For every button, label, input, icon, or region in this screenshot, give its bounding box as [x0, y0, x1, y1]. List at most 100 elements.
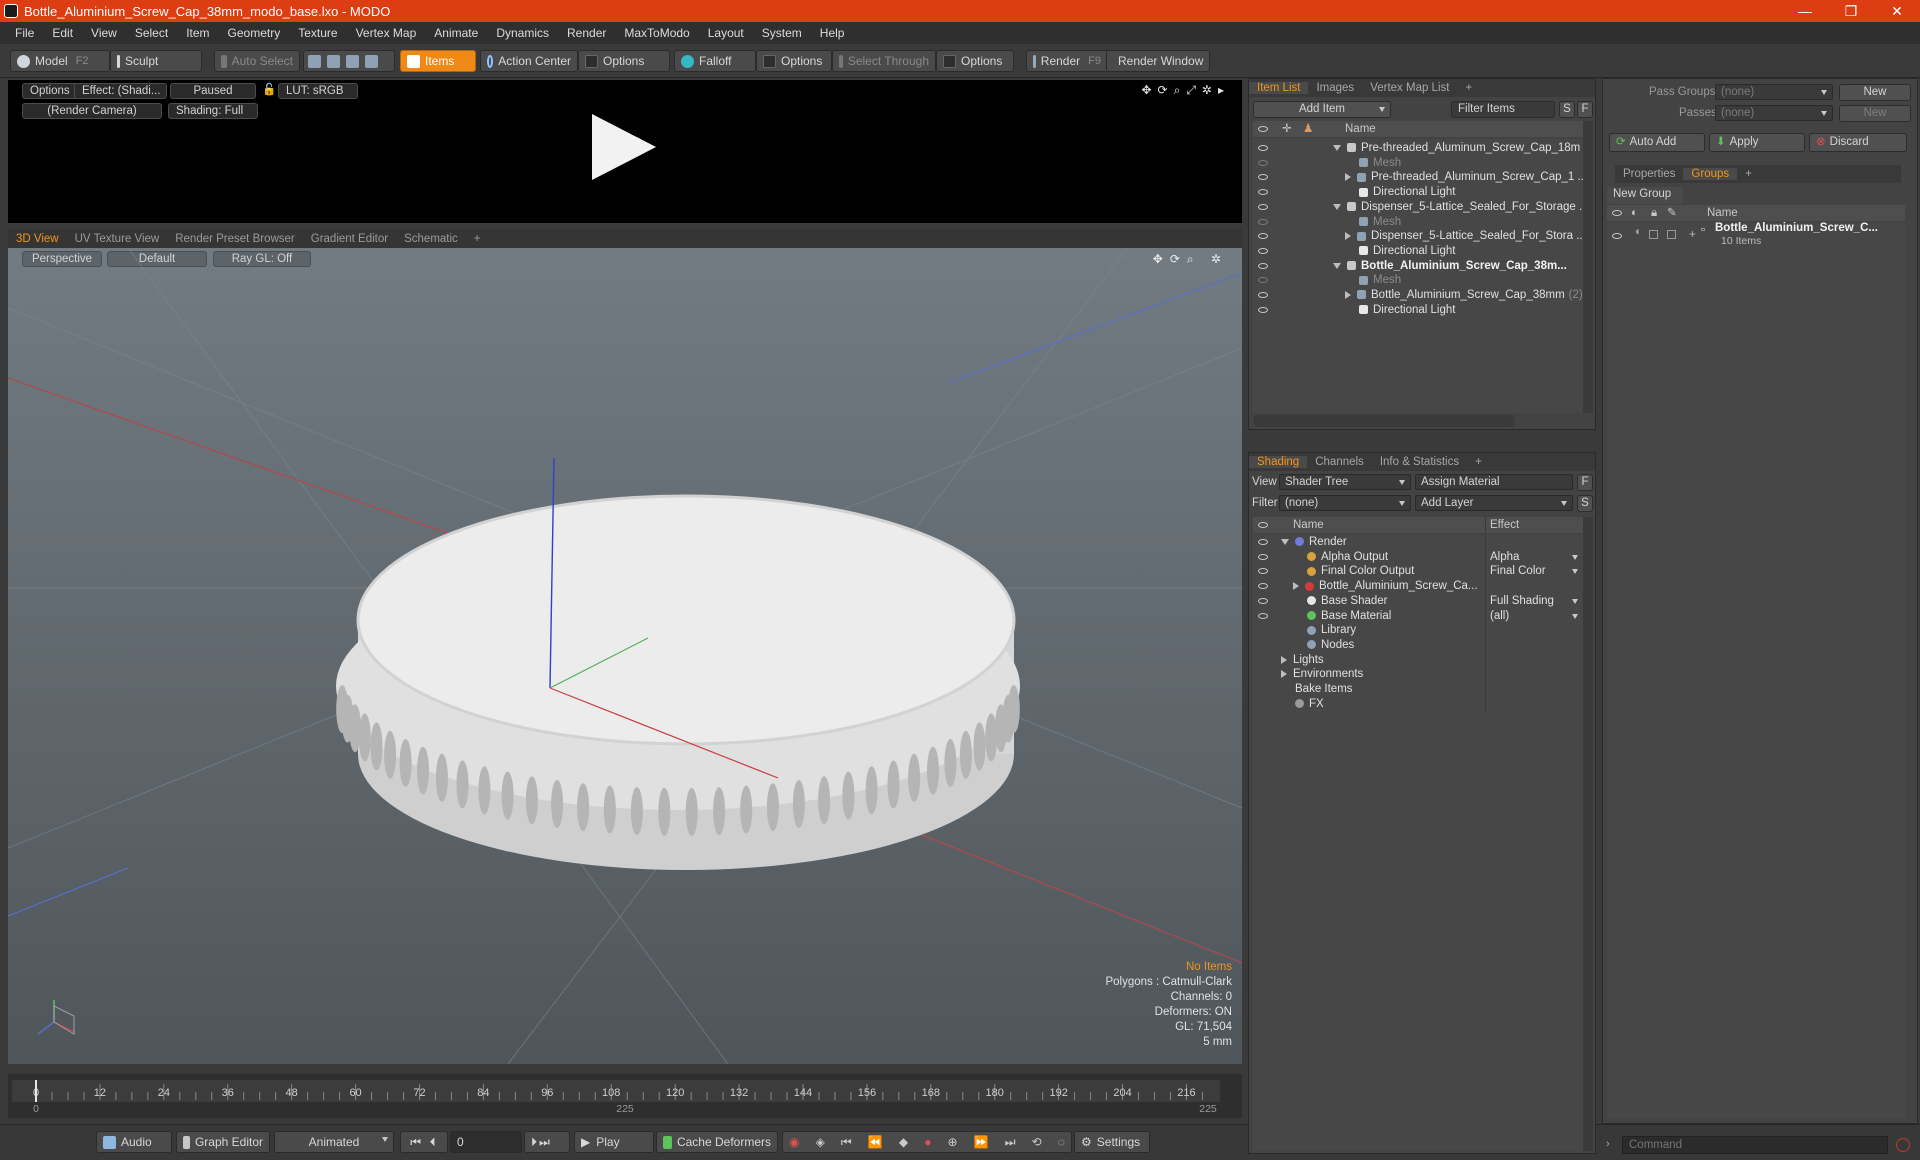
item-row[interactable]: Bottle_Aluminium_Screw_Cap_38m...: [1253, 259, 1583, 274]
shader-row[interactable]: Library: [1253, 623, 1583, 639]
tab-render-preset-browser[interactable]: Render Preset Browser: [167, 233, 303, 245]
effect-cell[interactable]: (all): [1485, 608, 1583, 624]
menu-vertex-map[interactable]: Vertex Map: [347, 26, 426, 40]
frame-input[interactable]: 0: [450, 1131, 522, 1153]
visibility-icon[interactable]: [1258, 597, 1268, 604]
visibility-icon[interactable]: [1258, 277, 1268, 284]
loop-icon[interactable]: ⟲: [1032, 1135, 1042, 1149]
search-toggle-button[interactable]: S: [1559, 101, 1575, 118]
expanded-arrow-icon[interactable]: [1333, 262, 1341, 269]
shading-add-tab-button[interactable]: +: [1467, 456, 1490, 468]
shader-row[interactable]: Bake Items: [1253, 682, 1583, 697]
new-group-button[interactable]: New Group: [1607, 187, 1683, 204]
add-item-button[interactable]: Add Item: [1253, 101, 1391, 118]
render-window-button[interactable]: Render Window: [1106, 50, 1210, 72]
visibility-icon[interactable]: [1258, 292, 1268, 298]
shading-f-button[interactable]: F: [1577, 474, 1593, 491]
shader-row[interactable]: Base Shader Full Shading: [1253, 593, 1583, 609]
visibility-icon[interactable]: [1258, 174, 1268, 181]
menu-file[interactable]: File: [6, 26, 43, 40]
tab-groups[interactable]: Groups: [1683, 168, 1738, 180]
close-button[interactable]: ✕: [1874, 0, 1920, 22]
prev-key-controls[interactable]: ⏮ ⏴: [400, 1131, 448, 1153]
shader-row[interactable]: Nodes: [1253, 637, 1583, 653]
last-frame-icon[interactable]: ⏭: [539, 1135, 552, 1150]
visibility-icon[interactable]: [1258, 612, 1268, 619]
lock-column-icon[interactable]: ✛: [1282, 121, 1292, 137]
menu-edit[interactable]: Edit: [43, 26, 82, 40]
paused-button[interactable]: Paused: [170, 83, 256, 99]
visibility-icon[interactable]: [1258, 522, 1268, 528]
animated-dropdown[interactable]: Animated: [274, 1131, 394, 1153]
group-row[interactable]: ◐ + ▫ Bottle_Aluminium_Screw_C... 10 Ite…: [1607, 222, 1905, 255]
auto-key-icon[interactable]: ◈: [816, 1135, 825, 1149]
cache-deformers-button[interactable]: Cache Deformers: [656, 1131, 778, 1153]
camera-dropdown[interactable]: (Render Camera): [22, 103, 162, 119]
menu-texture[interactable]: Texture: [289, 26, 346, 40]
menu-system[interactable]: System: [753, 26, 811, 40]
render-column-icon[interactable]: ◐: [1631, 205, 1638, 221]
falloff-button[interactable]: Falloff: [674, 50, 756, 72]
shader-row[interactable]: Lights: [1253, 652, 1583, 668]
collapsed-arrow-icon[interactable]: [1345, 290, 1351, 299]
effect-dropdown[interactable]: Effect: (Shadi...: [74, 83, 167, 99]
visibility-icon[interactable]: [1258, 218, 1268, 225]
items-mode-button[interactable]: Items: [400, 50, 476, 72]
tab-vertex-map-list[interactable]: Vertex Map List: [1362, 82, 1457, 94]
expanded-arrow-icon[interactable]: [1333, 203, 1341, 210]
apply-button[interactable]: ⬇ Apply: [1709, 133, 1805, 152]
item-row[interactable]: Pre-threaded_Aluminum_Screw_Cap_1 ...: [1253, 170, 1587, 185]
tab-item-list[interactable]: Item List: [1249, 82, 1309, 94]
visibility-icon[interactable]: [1258, 247, 1268, 254]
pass-groups-dropdown[interactable]: (none): [1715, 84, 1833, 100]
command-history-icon[interactable]: [1896, 1138, 1910, 1152]
shader-row[interactable]: Alpha Output Alpha: [1253, 549, 1583, 565]
menu-dynamics[interactable]: Dynamics: [487, 26, 558, 40]
visibility-icon[interactable]: [1258, 553, 1268, 560]
tab-gradient-editor[interactable]: Gradient Editor: [303, 233, 396, 245]
tab-properties[interactable]: Properties: [1615, 168, 1683, 180]
polygons-mode-icon[interactable]: [346, 54, 359, 68]
shading-s-button[interactable]: S: [1577, 495, 1593, 512]
effect-cell[interactable]: Alpha: [1485, 549, 1583, 565]
audio-button[interactable]: Audio: [96, 1131, 172, 1153]
new-pass-group-button[interactable]: New: [1839, 84, 1911, 101]
menu-select[interactable]: Select: [126, 26, 177, 40]
keyframe-icon[interactable]: ◆: [899, 1135, 908, 1149]
assign-material-dropdown[interactable]: Assign Material: [1415, 474, 1573, 490]
shader-row[interactable]: FX: [1253, 696, 1583, 712]
visibility-icon[interactable]: [1258, 159, 1268, 166]
minimize-button[interactable]: —: [1782, 0, 1828, 22]
shading-dropdown[interactable]: Shading: Full: [168, 103, 258, 119]
rewind-icon[interactable]: ⏮: [841, 1135, 852, 1150]
render-toggle-icon[interactable]: ◐: [1635, 223, 1642, 241]
action-center-button[interactable]: Action Center: [480, 50, 578, 72]
visibility-icon[interactable]: [1258, 126, 1268, 132]
tab-uv-texture-view[interactable]: UV Texture View: [67, 233, 168, 245]
lut-dropdown[interactable]: LUT: sRGB: [278, 83, 358, 99]
action-center-options-button[interactable]: Options: [578, 50, 670, 72]
select-column-icon[interactable]: ✎: [1667, 205, 1677, 221]
maximize-button[interactable]: ❐: [1828, 0, 1874, 22]
expanded-arrow-icon[interactable]: [1333, 144, 1341, 151]
tab-info-statistics[interactable]: Info & Statistics: [1372, 456, 1467, 468]
sculpt-mode-button[interactable]: Sculpt: [110, 50, 202, 72]
item-row[interactable]: Mesh: [1253, 215, 1583, 230]
play-icon[interactable]: [592, 114, 656, 180]
visibility-icon[interactable]: [1612, 210, 1622, 216]
visibility-icon[interactable]: [1258, 539, 1268, 545]
timeline-ruler[interactable]: 0 12 24 36 48 60 72 84 96 108 120 132 144 156 168 180 19…: [8, 1074, 1242, 1118]
visibility-icon[interactable]: [1258, 306, 1268, 313]
step-forward-icon[interactable]: ⏩: [974, 1135, 989, 1149]
auto-add-button[interactable]: ⟳ Auto Add: [1609, 133, 1705, 152]
graph-editor-button[interactable]: Graph Editor: [176, 1131, 270, 1153]
item-row[interactable]: Pre-threaded_Aluminum_Screw_Cap_18m ...: [1253, 141, 1593, 156]
item-row[interactable]: Directional Light: [1253, 303, 1583, 318]
shader-row[interactable]: Render: [1253, 535, 1583, 550]
shader-row[interactable]: Bottle_Aluminium_Screw_Ca...: [1253, 579, 1583, 595]
visibility-icon[interactable]: [1258, 583, 1268, 590]
discard-button[interactable]: ⊗ Discard: [1809, 133, 1907, 152]
item-row[interactable]: Mesh: [1253, 273, 1583, 288]
select-through-options-button[interactable]: Options: [936, 50, 1014, 72]
item-row[interactable]: Mesh: [1253, 156, 1583, 171]
